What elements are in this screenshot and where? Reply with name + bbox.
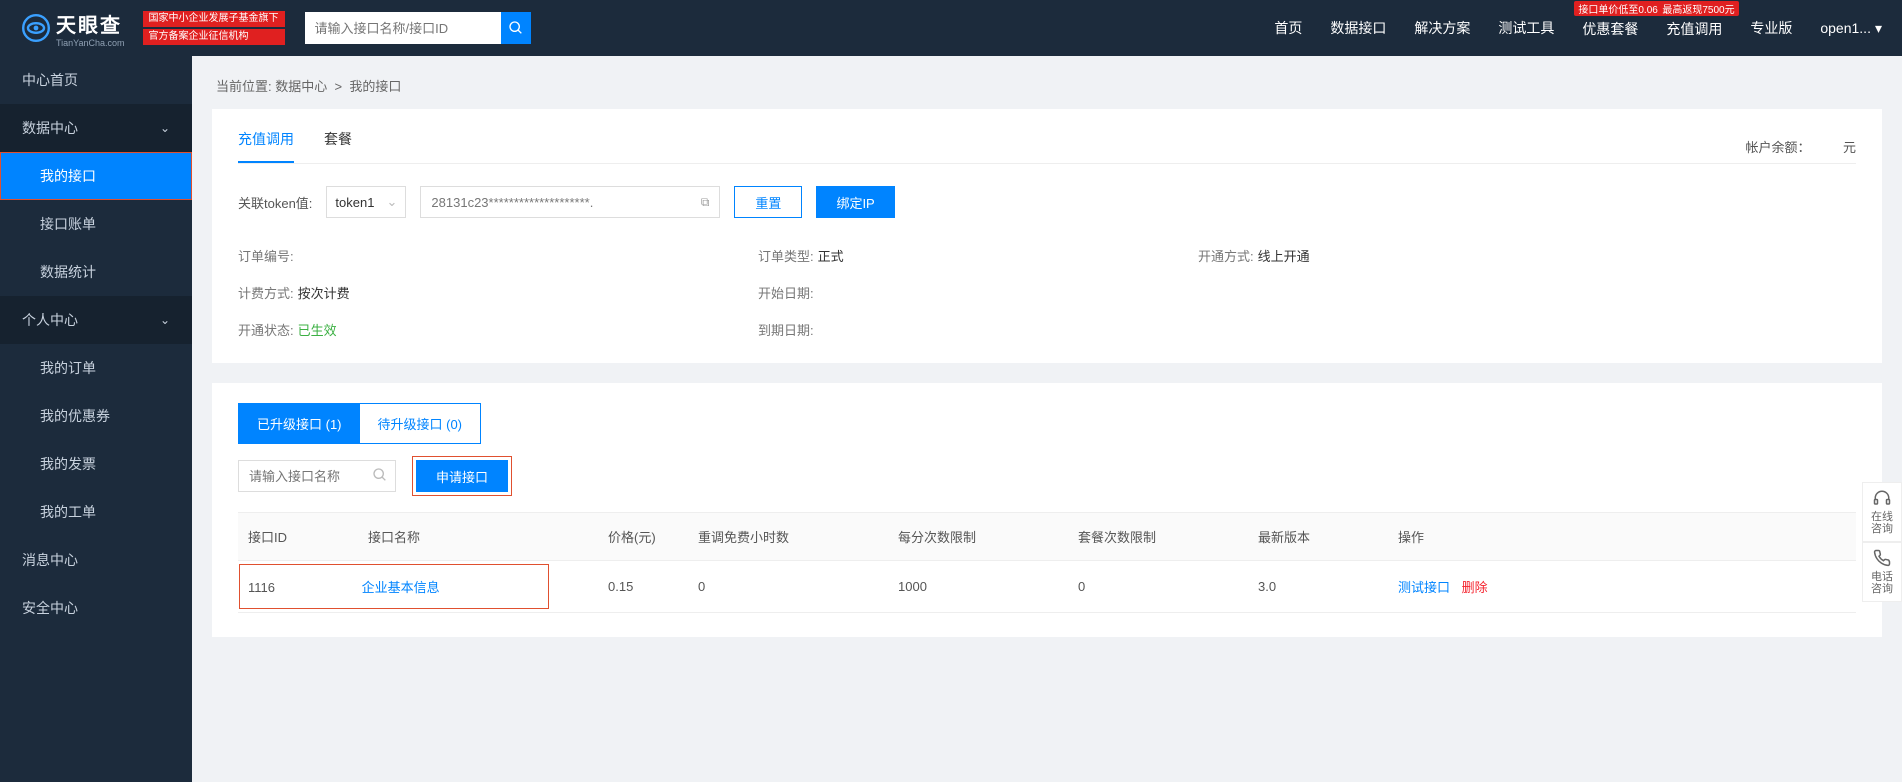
nav-test[interactable]: 测试工具: [1498, 18, 1554, 38]
sidebar-group-data[interactable]: 数据中心⌄: [0, 104, 192, 152]
nav-pro[interactable]: 专业版: [1750, 18, 1792, 38]
api-price: 0.15: [598, 561, 688, 613]
col-action: 操作: [1388, 513, 1856, 561]
col-per-min: 每分次数限制: [888, 513, 1068, 561]
table-row: 1116 企业基本信息 0.15 0 1000 0 3.0 测试接口 删除: [238, 561, 1856, 613]
phone-button[interactable]: 电话咨询: [1862, 542, 1902, 602]
api-name-link[interactable]: 企业基本信息: [362, 577, 440, 596]
api-actions: 测试接口 删除: [1388, 561, 1856, 613]
search-button[interactable]: [501, 12, 531, 44]
api-search-wrap: [238, 460, 396, 492]
sidebar-item-tickets[interactable]: 我的工单: [0, 488, 192, 536]
nav-home[interactable]: 首页: [1274, 18, 1302, 38]
search-input[interactable]: [305, 12, 501, 44]
panel-tabs: 充值调用 套餐: [238, 129, 352, 163]
test-api-link[interactable]: 测试接口: [1398, 580, 1450, 595]
nav-discount[interactable]: 接口单价低至0.06元 优惠套餐: [1582, 17, 1638, 39]
table-header-row: 接口ID 接口名称 价格(元) 重调免费小时数 每分次数限制 套餐次数限制 最新…: [238, 513, 1856, 561]
tab-recharge[interactable]: 充值调用: [238, 129, 294, 163]
api-table: 接口ID 接口名称 价格(元) 重调免费小时数 每分次数限制 套餐次数限制 最新…: [238, 512, 1856, 613]
sidebar-item-my-api[interactable]: 我的接口: [0, 152, 192, 200]
chevron-down-icon: ▾: [1875, 20, 1882, 37]
breadcrumb-current: 我的接口: [349, 79, 401, 94]
chevron-down-icon: ⌄: [387, 194, 398, 210]
user-name: open1...: [1820, 20, 1871, 36]
logo-area: 天眼查 TianYanCha.com 国家中小企业发展子基金旗下 官方备案企业征…: [20, 9, 285, 48]
delete-api-link[interactable]: 删除: [1462, 580, 1488, 595]
logo-text-en: TianYanCha.com: [56, 38, 125, 48]
bill-mode: 按次计费: [298, 286, 350, 301]
breadcrumb: 当前位置: 数据中心 > 我的接口: [212, 56, 1882, 109]
row-highlight: 1116 企业基本信息: [238, 563, 550, 610]
sidebar-item-stats[interactable]: 数据统计: [0, 248, 192, 296]
search-icon[interactable]: [372, 467, 388, 486]
tab-pending[interactable]: 待升级接口 (0): [360, 404, 481, 443]
reset-button[interactable]: 重置: [734, 186, 802, 218]
nav-api[interactable]: 数据接口: [1330, 18, 1386, 38]
logo-text-cn: 天眼查: [56, 9, 125, 38]
col-free-hours: 重调免费小时数: [688, 513, 888, 561]
sidebar: 中心首页 数据中心⌄ 我的接口 接口账单 数据统计 个人中心⌄ 我的订单 我的优…: [0, 56, 192, 782]
col-price: 价格(元): [598, 513, 688, 561]
api-id: 1116: [248, 580, 358, 595]
open-mode: 线上开通: [1258, 249, 1310, 264]
eye-icon: [20, 12, 52, 44]
token-select[interactable]: token1 ⌄: [326, 186, 406, 218]
search-icon: [508, 20, 524, 36]
order-type: 正式: [818, 249, 844, 264]
order-info: 订单编号: 订单类型:正式 开通方式:线上开通 计费方式:按次计费 开始日期: …: [238, 246, 1856, 339]
token-controls: 关联token值: token1 ⌄ 28131c23*************…: [238, 186, 1856, 218]
token-value-field: 28131c23********************. ⧉: [420, 186, 720, 218]
app-header: 天眼查 TianYanCha.com 国家中小企业发展子基金旗下 官方备案企业征…: [0, 0, 1902, 56]
token-value: 28131c23********************.: [431, 195, 593, 210]
sidebar-group-personal[interactable]: 个人中心⌄: [0, 296, 192, 344]
top-nav: 首页 数据接口 解决方案 测试工具 接口单价低至0.06元 优惠套餐 最高返现7…: [1274, 17, 1882, 39]
open-status: 已生效: [298, 323, 337, 338]
nav-user[interactable]: open1... ▾: [1820, 20, 1882, 37]
account-balance: 帐户余额： 元: [1745, 137, 1856, 156]
header-badges: 国家中小企业发展子基金旗下 官方备案企业征信机构: [143, 11, 285, 45]
sidebar-item-home[interactable]: 中心首页: [0, 56, 192, 104]
sidebar-item-security[interactable]: 安全中心: [0, 584, 192, 632]
sidebar-item-bills[interactable]: 接口账单: [0, 200, 192, 248]
token-label: 关联token值:: [238, 193, 312, 212]
chevron-down-icon: ⌄: [160, 313, 170, 327]
api-list-panel: 已升级接口 (1) 待升级接口 (0) 申请接口 接口ID: [212, 383, 1882, 637]
copy-icon[interactable]: ⧉: [701, 195, 710, 210]
sidebar-item-orders[interactable]: 我的订单: [0, 344, 192, 392]
sidebar-item-coupons[interactable]: 我的优惠券: [0, 392, 192, 440]
nav-discount-badge: 接口单价低至0.06元: [1574, 1, 1671, 16]
tab-package[interactable]: 套餐: [324, 129, 352, 163]
main-content: 当前位置: 数据中心 > 我的接口 充值调用 套餐 帐户余额： 元 关联toke…: [192, 56, 1902, 782]
sidebar-item-messages[interactable]: 消息中心: [0, 536, 192, 584]
bind-ip-button[interactable]: 绑定IP: [816, 186, 894, 218]
nav-recharge[interactable]: 最高返现7500元 充值调用: [1666, 17, 1722, 39]
col-pkg-limit: 套餐次数限制: [1068, 513, 1248, 561]
api-pkg-limit: 0: [1068, 561, 1248, 613]
breadcrumb-data-center[interactable]: 数据中心: [275, 79, 327, 94]
api-free-hours: 0: [688, 561, 888, 613]
api-version: 3.0: [1248, 561, 1388, 613]
headset-icon: [1873, 489, 1891, 507]
nav-cashback-badge: 最高返现7500元: [1658, 1, 1738, 16]
col-version: 最新版本: [1248, 513, 1388, 561]
token-panel: 充值调用 套餐 帐户余额： 元 关联token值: token1 ⌄ 28131…: [212, 109, 1882, 363]
col-name: 接口名称: [358, 513, 598, 561]
sidebar-item-invoice[interactable]: 我的发票: [0, 440, 192, 488]
col-id: 接口ID: [238, 513, 358, 561]
api-per-min: 1000: [888, 561, 1068, 613]
badge-fund: 国家中小企业发展子基金旗下: [143, 11, 285, 27]
badge-credit: 官方备案企业征信机构: [143, 29, 285, 45]
float-helper: 在线咨询 电话咨询: [1862, 482, 1902, 602]
upgrade-tabs: 已升级接口 (1) 待升级接口 (0): [238, 403, 481, 444]
apply-api-button[interactable]: 申请接口: [416, 460, 508, 492]
tab-upgraded[interactable]: 已升级接口 (1): [239, 404, 360, 443]
online-chat-button[interactable]: 在线咨询: [1862, 482, 1902, 542]
phone-icon: [1873, 549, 1891, 567]
apply-highlight: 申请接口: [416, 460, 508, 492]
nav-solution[interactable]: 解决方案: [1414, 18, 1470, 38]
logo[interactable]: 天眼查 TianYanCha.com: [20, 9, 125, 48]
header-search: [305, 12, 531, 44]
chevron-down-icon: ⌄: [160, 121, 170, 135]
